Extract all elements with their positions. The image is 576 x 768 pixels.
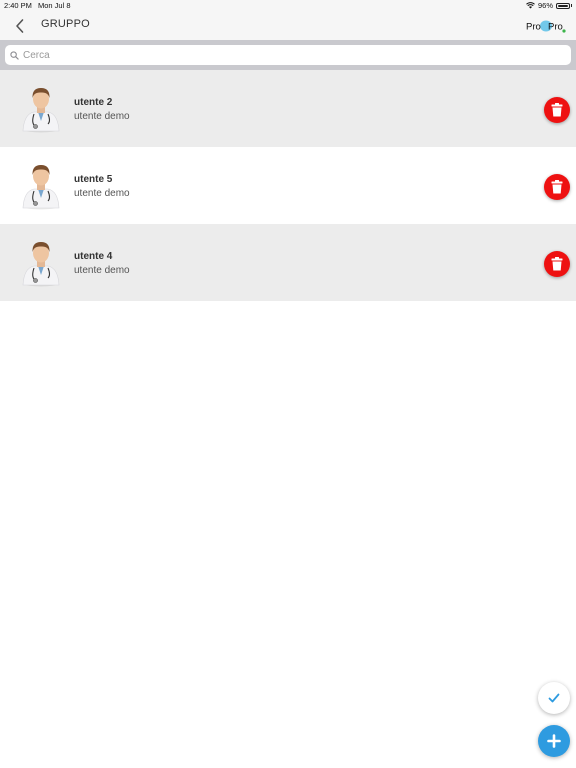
doctor-avatar-icon [22, 242, 60, 287]
app-logo: Pro Pro [526, 20, 566, 33]
trash-icon [551, 103, 563, 117]
search-input[interactable] [23, 49, 563, 61]
user-list: utente 2 utente demo utente 5 utente dem… [0, 70, 576, 301]
user-name: utente 4 [74, 251, 113, 262]
page-title: GRUPPO [41, 18, 90, 30]
logo-text-left: Pro [526, 22, 541, 33]
add-button[interactable] [538, 725, 570, 757]
search-field[interactable] [5, 45, 571, 65]
user-name: utente 5 [74, 174, 113, 185]
delete-button[interactable] [544, 251, 570, 277]
navigation-bar: GRUPPO Pro Pro [0, 11, 576, 40]
doctor-avatar-icon [22, 88, 60, 133]
user-name: utente 2 [74, 97, 113, 108]
search-bar [0, 40, 576, 70]
search-icon [10, 50, 19, 60]
check-icon [548, 693, 560, 703]
chevron-left-icon [16, 19, 24, 33]
status-time: 2:40 PM [4, 1, 32, 10]
battery-percent: 96% [537, 1, 553, 10]
delete-button[interactable] [544, 97, 570, 123]
user-description: utente demo [74, 188, 130, 199]
back-button[interactable] [10, 16, 30, 36]
logo-text-right: Pro [548, 22, 563, 33]
list-item[interactable]: utente 2 utente demo [0, 70, 576, 147]
plus-icon [547, 734, 561, 748]
list-item[interactable]: utente 5 utente demo [0, 147, 576, 224]
battery-icon [556, 2, 570, 9]
battery-tip [571, 4, 572, 7]
user-description: utente demo [74, 265, 130, 276]
trash-icon [551, 180, 563, 194]
user-description: utente demo [74, 111, 130, 122]
trash-icon [551, 257, 563, 271]
delete-button[interactable] [544, 174, 570, 200]
status-bar: 2:40 PM Mon Jul 8 96% [0, 0, 576, 11]
list-item[interactable]: utente 4 utente demo [0, 224, 576, 301]
doctor-avatar-icon [22, 165, 60, 210]
confirm-button[interactable] [538, 682, 570, 714]
wifi-icon [526, 2, 535, 9]
status-date: Mon Jul 8 [38, 1, 71, 10]
status-right: 96% [526, 1, 572, 10]
